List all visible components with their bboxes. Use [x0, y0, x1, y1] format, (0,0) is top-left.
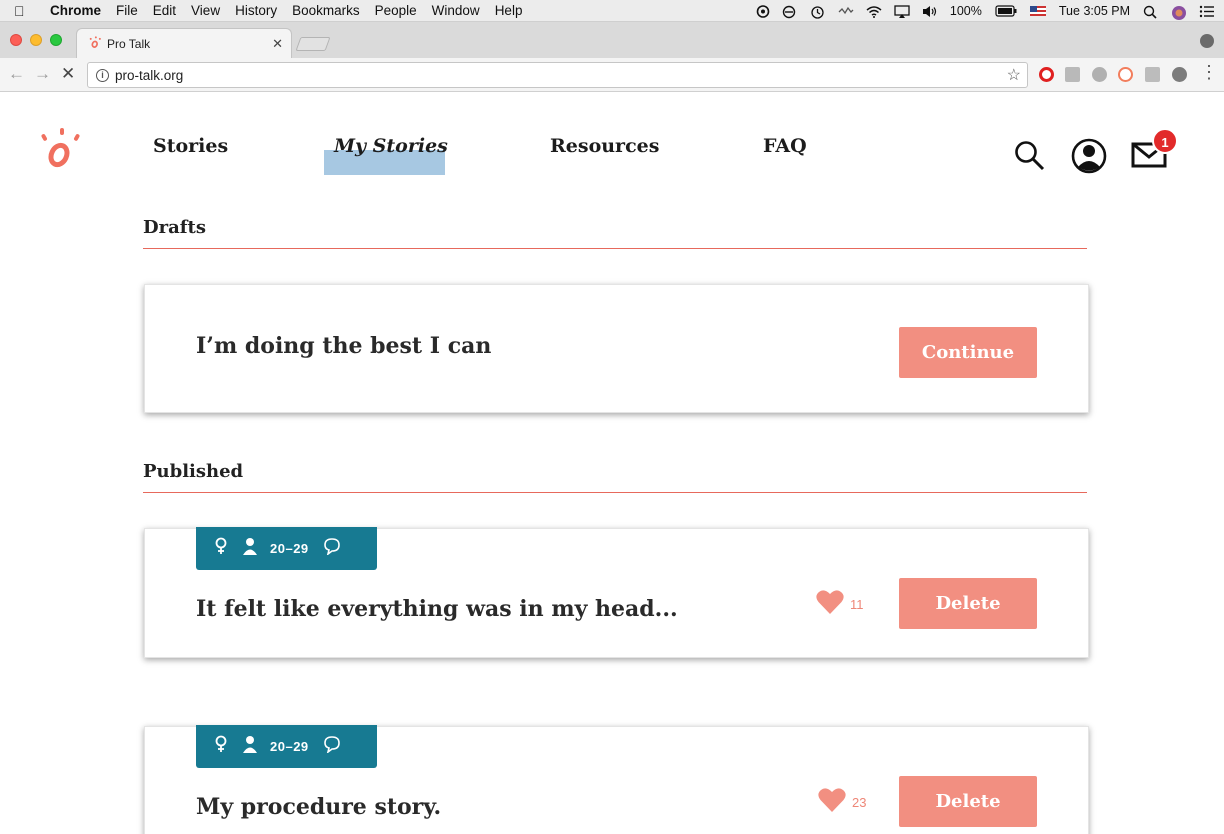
published-divider	[143, 492, 1087, 493]
browser-tab-active[interactable]: Pro Talk ✕	[76, 28, 292, 58]
tab-title: Pro Talk	[107, 36, 151, 51]
draft-title[interactable]: I’m doing the best I can	[196, 333, 491, 359]
browser-tab-strip: Pro Talk ✕	[0, 22, 1224, 58]
site-favicon-icon	[89, 36, 101, 51]
do-not-disturb-icon[interactable]	[782, 5, 797, 18]
address-bar-url[interactable]: pro-talk.org	[115, 68, 183, 83]
new-tab-button[interactable]	[295, 37, 331, 51]
nav-stories[interactable]: Stories	[153, 135, 228, 157]
nav-faq[interactable]: FAQ	[763, 135, 807, 157]
input-source-flag-icon[interactable]	[1029, 6, 1046, 16]
menu-edit[interactable]: Edit	[153, 3, 176, 18]
heart-icon[interactable]	[816, 589, 844, 620]
like-counter[interactable]: 23	[818, 787, 866, 818]
address-bar[interactable]: i pro-talk.org ☆	[87, 62, 1028, 88]
account-icon[interactable]	[1071, 138, 1107, 179]
age-range-label: 20–29	[270, 739, 309, 754]
creative-cloud-icon[interactable]	[754, 4, 770, 18]
web-page: Stories My Stories Resources FAQ 1 Draft…	[0, 92, 1224, 834]
delete-button[interactable]: Delete	[899, 578, 1037, 629]
delete-button[interactable]: Delete	[899, 776, 1037, 827]
apple-icon[interactable]: 	[14, 3, 36, 19]
bookmark-star-icon[interactable]: ☆	[1007, 65, 1021, 85]
like-count: 23	[852, 795, 867, 810]
browser-toolbar: ← → ✕ i pro-talk.org ☆ ⋮	[0, 58, 1224, 92]
opera-extension-icon[interactable]	[1039, 67, 1054, 82]
drive-extension-icon[interactable]	[1092, 67, 1107, 82]
back-arrow-icon[interactable]: ←	[8, 64, 25, 84]
menu-view[interactable]: View	[191, 3, 220, 18]
published-story-card[interactable]: 20–29 It felt like everything was in my …	[144, 527, 1089, 658]
published-heading: Published	[143, 461, 244, 482]
published-story-card[interactable]: 20–29 My procedure story. 23 Delete	[144, 725, 1089, 834]
drafts-heading: Drafts	[143, 217, 206, 238]
heart-icon[interactable]	[818, 787, 846, 818]
female-icon	[214, 537, 228, 560]
menu-people[interactable]: People	[375, 3, 417, 18]
like-counter[interactable]: 11	[816, 589, 864, 620]
female-icon	[214, 735, 228, 758]
tab-close-icon[interactable]: ✕	[272, 36, 283, 52]
menu-app-name[interactable]: Chrome	[50, 3, 101, 18]
activity-icon[interactable]	[838, 5, 854, 18]
menu-window[interactable]: Window	[432, 3, 480, 18]
mail-notification-badge: 1	[1152, 128, 1178, 154]
stop-loading-icon[interactable]: ✕	[61, 64, 75, 84]
menu-clock[interactable]: Tue 3:05 PM	[1059, 4, 1130, 18]
story-title[interactable]: My procedure story.	[196, 794, 441, 820]
battery-percent[interactable]: 100%	[950, 4, 982, 18]
menu-help[interactable]: Help	[495, 3, 523, 18]
person-icon	[242, 735, 258, 758]
menu-history[interactable]: History	[235, 3, 277, 18]
search-icon[interactable]	[1014, 140, 1046, 177]
draft-card[interactable]: I’m doing the best I can Continue	[144, 284, 1089, 413]
window-zoom-button[interactable]	[50, 34, 62, 46]
user-avatar-icon[interactable]	[1171, 5, 1186, 20]
window-close-button[interactable]	[10, 34, 22, 46]
age-range-label: 20–29	[270, 541, 309, 556]
menu-file[interactable]: File	[116, 3, 138, 18]
story-tag-bar: 20–29	[196, 725, 377, 768]
forward-arrow-icon[interactable]: →	[34, 64, 51, 84]
extension-icon-2[interactable]	[1065, 67, 1080, 82]
window-minimize-button[interactable]	[30, 34, 42, 46]
nav-my-stories[interactable]: My Stories	[334, 135, 448, 157]
site-info-icon[interactable]: i	[96, 68, 109, 82]
spotlight-search-icon[interactable]	[1143, 5, 1158, 19]
continue-button[interactable]: Continue	[899, 327, 1037, 378]
menu-bookmarks[interactable]: Bookmarks	[292, 3, 360, 18]
chrome-menu-icon[interactable]: ⋮	[1200, 62, 1218, 83]
person-icon	[242, 537, 258, 560]
comment-icon[interactable]	[323, 537, 341, 560]
story-tag-bar: 20–29	[196, 527, 377, 570]
notification-center-icon[interactable]	[1199, 5, 1214, 18]
block-extension-icon[interactable]	[1118, 67, 1133, 82]
macos-menu-bar:  Chrome File Edit View History Bookmark…	[0, 0, 1224, 22]
drafts-divider	[143, 248, 1087, 249]
nav-resources[interactable]: Resources	[550, 135, 659, 157]
airplay-icon[interactable]	[894, 4, 910, 18]
inbox-extension-icon[interactable]	[1145, 67, 1160, 82]
comment-icon[interactable]	[323, 735, 341, 758]
pro-talk-logo-icon[interactable]	[40, 128, 82, 168]
extension-icon-6[interactable]	[1172, 67, 1187, 82]
story-title[interactable]: It felt like everything was in my head..…	[196, 596, 678, 622]
wifi-icon[interactable]	[866, 5, 882, 18]
chrome-profile-icon[interactable]	[1200, 34, 1214, 48]
like-count: 11	[850, 597, 864, 612]
volume-icon[interactable]	[922, 5, 937, 18]
time-machine-icon[interactable]	[810, 5, 825, 19]
battery-icon[interactable]	[995, 4, 1017, 18]
